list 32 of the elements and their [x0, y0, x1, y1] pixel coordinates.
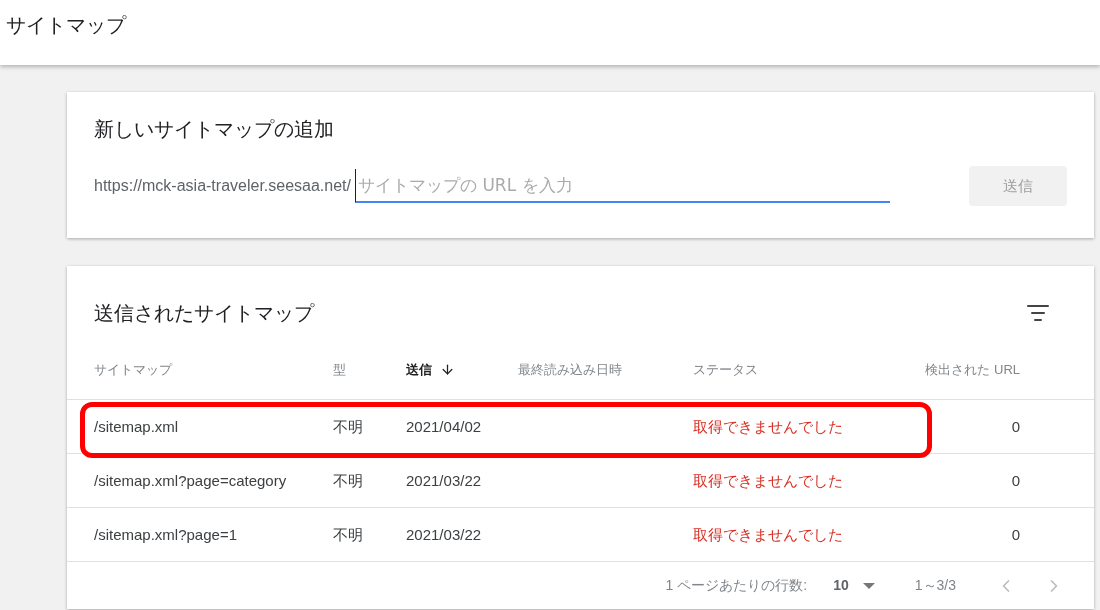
- table-cell: 不明: [333, 417, 363, 435]
- dropdown-triangle-icon: [862, 582, 875, 589]
- card-title: 新しいサイトマップの追加: [94, 116, 335, 143]
- page-title: サイトマップ: [6, 12, 126, 39]
- column-header[interactable]: 型: [333, 359, 346, 380]
- table-cell: /sitemap.xml?page=category: [94, 471, 287, 489]
- column-header[interactable]: 送信: [406, 359, 432, 380]
- rows-per-page-label: 1 ページあたりの行数:: [665, 576, 808, 595]
- table-cell: 2021/03/22: [406, 471, 482, 489]
- table-cell: 0: [1011, 471, 1020, 489]
- table-cell: 0: [1011, 525, 1020, 543]
- column-header[interactable]: 検出された URL: [925, 359, 1020, 380]
- sort-arrow-icon: [440, 362, 455, 377]
- column-header[interactable]: ステータス: [693, 359, 758, 380]
- table-cell: 0: [1011, 417, 1020, 435]
- card-title: 送信されたサイトマップ: [94, 300, 314, 327]
- page-range: 1～3/3: [914, 576, 956, 595]
- table-cell: /sitemap.xml?page=1: [94, 525, 237, 543]
- status-text: 取得できませんでした: [693, 471, 843, 489]
- table-cell: /sitemap.xml: [94, 417, 179, 435]
- table-cell: 2021/03/22: [406, 525, 482, 543]
- submit-button[interactable]: 送信: [969, 166, 1067, 206]
- rows-per-page-dropdown[interactable]: 10: [833, 575, 875, 596]
- status-text: 取得できませんでした: [693, 525, 843, 543]
- table-cell: 不明: [333, 525, 363, 543]
- status-text: 取得できませんでした: [693, 417, 843, 435]
- url-input-field[interactable]: サイトマップの URL を入力: [355, 169, 890, 203]
- column-header[interactable]: 最終読み込み日時: [518, 359, 622, 380]
- url-prefix: https://mck-asia-traveler.seesaa.net/: [94, 176, 351, 196]
- column-header[interactable]: サイトマップ: [94, 359, 172, 380]
- table-cell: 2021/04/02: [406, 417, 482, 435]
- table-cell: 不明: [333, 471, 363, 489]
